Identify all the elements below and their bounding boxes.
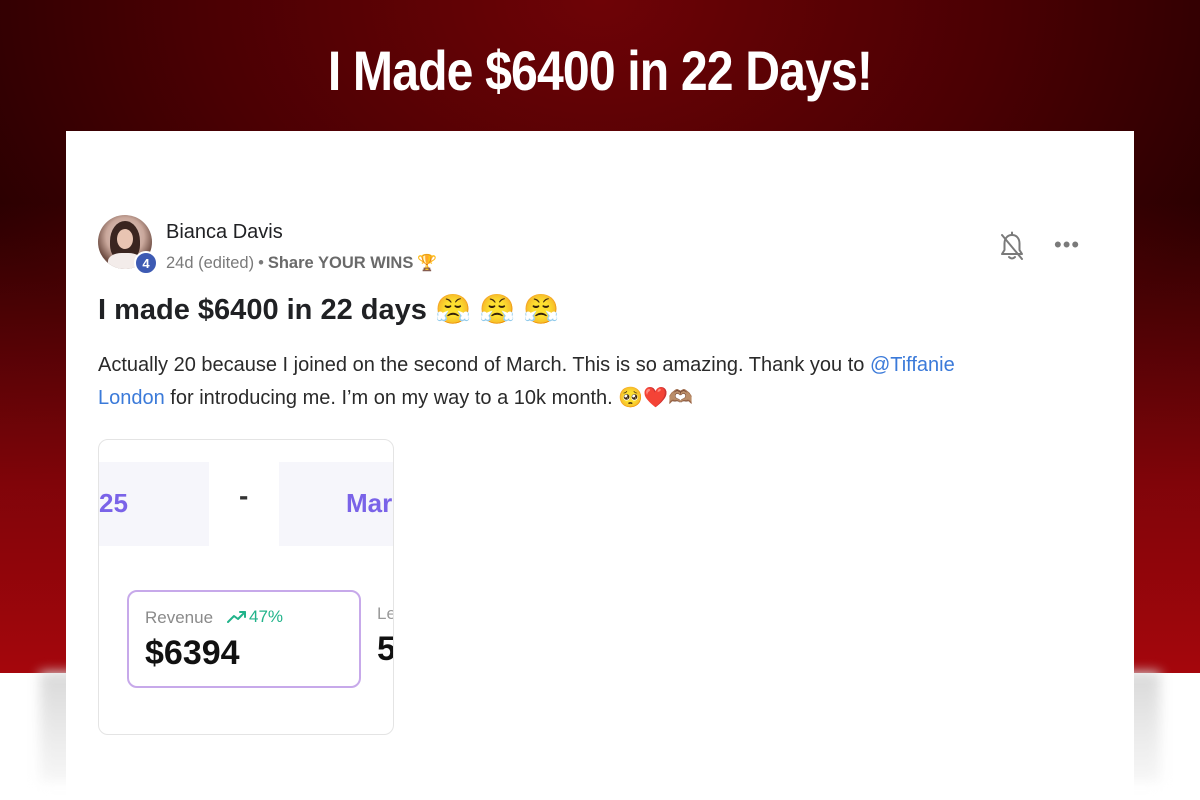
post-card: 4 Bianca Davis 24d (edited) • Share YOUR…: [66, 131, 1134, 800]
avatar-face: [117, 229, 133, 249]
revenue-card: Revenue 47% $6394: [127, 590, 361, 688]
revenue-change: 47%: [227, 607, 283, 627]
revenue-label: Revenue: [145, 608, 214, 627]
post-body-text: Actually 20 because I joined on the seco…: [98, 354, 870, 376]
headline: I Made $6400 in 22 Days!: [327, 39, 873, 102]
category-link[interactable]: Share YOUR WINS: [268, 254, 413, 273]
level-badge: 4: [134, 251, 158, 275]
date-start: 25: [99, 488, 128, 518]
meta-separator: •: [258, 253, 264, 272]
post-body-text-2: for introducing me. I’m on my way to a 1…: [164, 387, 619, 409]
date-dash: -: [239, 480, 249, 511]
face-steam-emoji: 😤: [479, 294, 516, 326]
more-icon[interactable]: •••: [1054, 234, 1080, 256]
post-body: Actually 20 because I joined on the seco…: [98, 349, 998, 415]
post-title: I made $6400 in 22 days 😤 😤 😤: [98, 293, 559, 327]
post-meta: 24d (edited) • Share YOUR WINS 🏆: [166, 253, 437, 273]
revenue-value: $6394: [145, 634, 240, 672]
trophy-icon: 🏆: [417, 255, 438, 272]
pleading-heart-emojis: 🥺❤️: [618, 387, 669, 409]
bell-icon[interactable]: [998, 231, 1026, 263]
side-card-value: 5: [377, 630, 393, 669]
face-steam-emoji: 😤: [523, 294, 560, 326]
post-title-text: I made $6400 in 22 days: [98, 294, 427, 326]
attached-screenshot[interactable]: 25 - Mar Revenue 47% $6394 Le 5: [98, 439, 394, 735]
author-name[interactable]: Bianca Davis: [166, 221, 283, 244]
revenue-change-value: 47%: [249, 607, 284, 626]
side-card-label: Le: [377, 604, 393, 623]
face-steam-emoji: 😤: [434, 294, 472, 326]
trend-up-icon: [227, 611, 246, 623]
post-time: 24d (edited): [166, 253, 255, 272]
heart-hands-emoji: 🫶🏽: [668, 387, 693, 409]
date-month: Mar: [346, 488, 393, 518]
